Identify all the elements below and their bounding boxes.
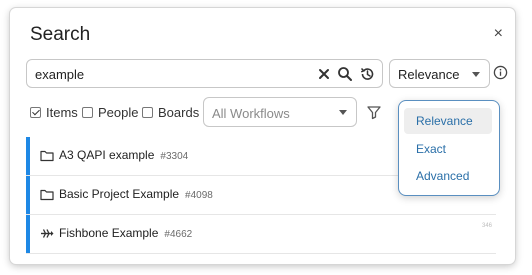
folder-icon bbox=[40, 188, 54, 201]
checkbox-people[interactable]: People bbox=[82, 105, 138, 120]
search-input[interactable] bbox=[35, 64, 305, 84]
checkbox-checked[interactable] bbox=[30, 107, 41, 118]
sort-option-relevance[interactable]: Relevance bbox=[404, 108, 492, 134]
result-title: Basic Project Example #4098 bbox=[59, 187, 213, 201]
result-accent-bar bbox=[26, 137, 30, 175]
checkbox-unchecked[interactable] bbox=[82, 107, 93, 118]
result-name: Fishbone Example bbox=[59, 226, 159, 240]
result-accent-bar bbox=[26, 215, 30, 253]
result-row[interactable]: Fishbone Example #4662 346 bbox=[26, 215, 496, 254]
checkbox-unchecked[interactable] bbox=[142, 107, 153, 118]
funnel-icon[interactable] bbox=[366, 104, 382, 120]
checkbox-items[interactable]: Items bbox=[30, 105, 78, 120]
chevron-down-icon bbox=[472, 72, 480, 77]
result-name: Basic Project Example bbox=[59, 187, 180, 201]
search-dialog: Search × Relevance Items People Boards bbox=[10, 8, 515, 264]
checkbox-label: Items bbox=[46, 105, 78, 120]
sort-option-advanced[interactable]: Advanced bbox=[404, 163, 492, 189]
workflow-select[interactable]: All Workflows bbox=[203, 97, 357, 127]
workflow-placeholder: All Workflows bbox=[212, 106, 290, 121]
result-number: #4662 bbox=[164, 229, 193, 240]
checkbox-label: People bbox=[98, 105, 139, 120]
info-icon[interactable] bbox=[493, 65, 508, 80]
result-side-text: 346 bbox=[481, 223, 492, 229]
clear-icon[interactable] bbox=[315, 65, 333, 83]
sort-dropdown-menu: Relevance Exact Advanced bbox=[398, 100, 500, 196]
fishbone-icon bbox=[40, 227, 54, 240]
dialog-title: Search bbox=[30, 24, 91, 45]
history-icon[interactable] bbox=[358, 65, 376, 83]
checkbox-boards[interactable]: Boards bbox=[142, 105, 199, 120]
sort-select[interactable]: Relevance bbox=[389, 59, 490, 88]
result-number: #3304 bbox=[160, 151, 189, 162]
sort-option-exact[interactable]: Exact bbox=[404, 136, 492, 162]
result-title: Fishbone Example #4662 bbox=[59, 226, 192, 240]
checkbox-label: Boards bbox=[158, 105, 200, 120]
search-icon[interactable] bbox=[336, 65, 354, 83]
result-number: #4098 bbox=[185, 190, 213, 201]
close-button[interactable]: × bbox=[494, 24, 503, 44]
result-accent-bar bbox=[26, 176, 30, 214]
chevron-down-icon bbox=[339, 110, 347, 115]
result-title: A3 QAPI example #3304 bbox=[59, 148, 188, 162]
sort-selected-value: Relevance bbox=[398, 67, 460, 82]
result-name: A3 QAPI example bbox=[59, 148, 155, 162]
search-field[interactable] bbox=[26, 59, 383, 88]
folder-icon bbox=[40, 149, 54, 162]
